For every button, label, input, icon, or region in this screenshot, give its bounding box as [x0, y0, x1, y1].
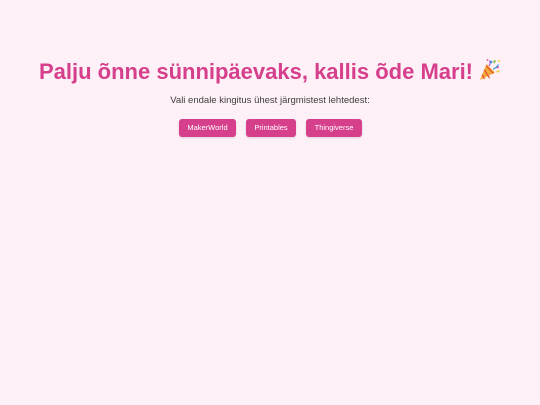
page: Palju õnne sünnipäevaks, kallis õde Mari…: [0, 0, 540, 405]
makerworld-button[interactable]: MakerWorld: [179, 119, 236, 137]
printables-button[interactable]: Printables: [246, 119, 296, 137]
page-title: Palju õnne sünnipäevaks, kallis õde Mari…: [0, 58, 540, 86]
gift-link-buttons: MakerWorld Printables Thingiverse: [0, 119, 540, 137]
party-popper-icon: [480, 59, 501, 80]
subtitle: Vali endale kingitus ühest järgmistest l…: [170, 95, 370, 106]
page-title-text: Palju õnne sünnipäevaks, kallis õde Mari…: [38, 59, 474, 84]
thingiverse-button[interactable]: Thingiverse: [306, 119, 362, 137]
